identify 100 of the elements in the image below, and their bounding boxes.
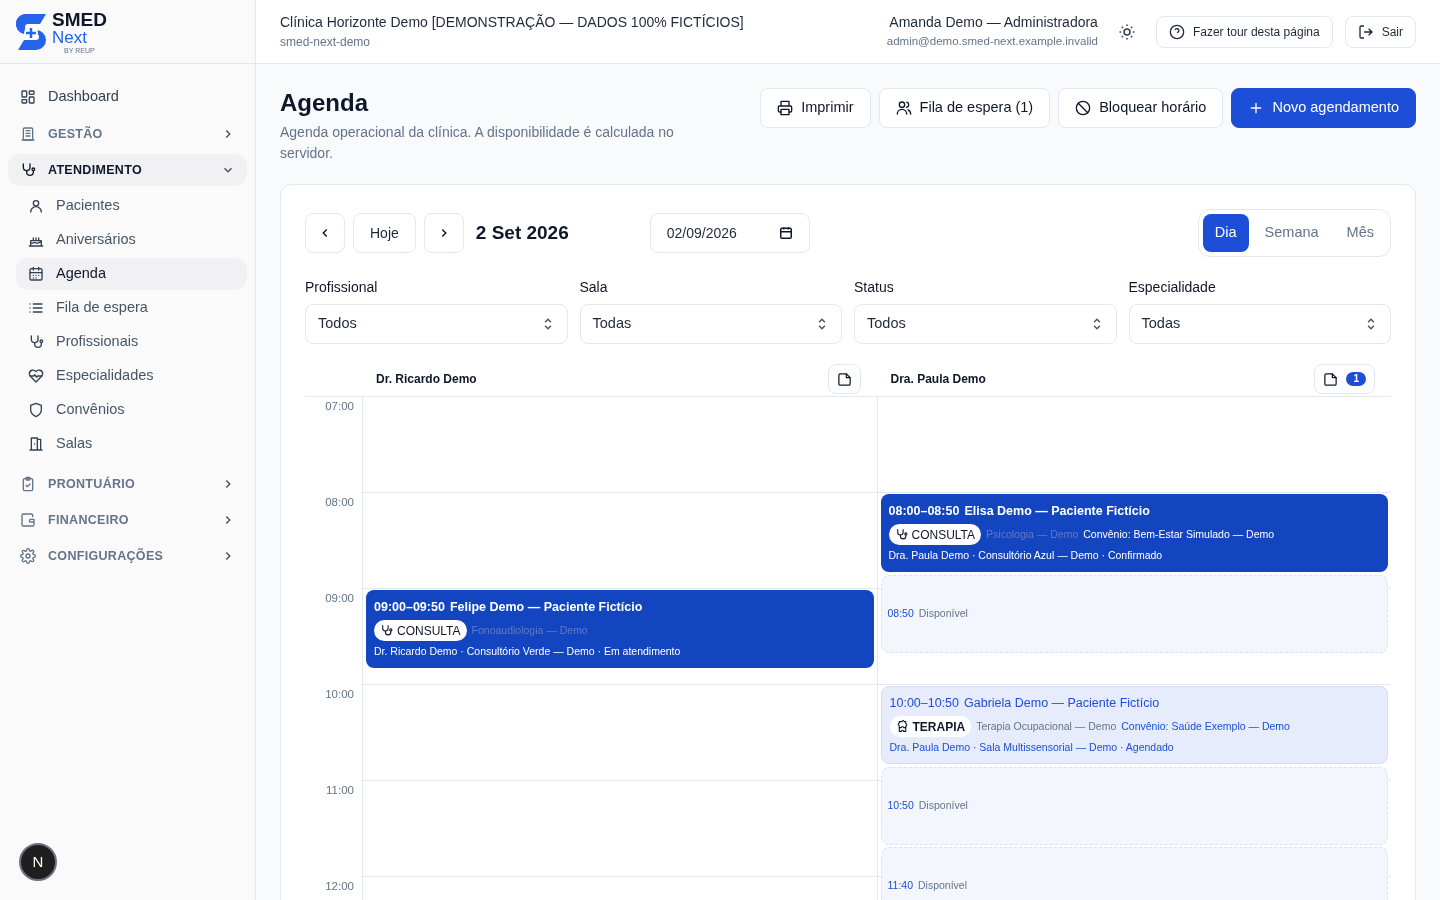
theme-toggle-icon[interactable] xyxy=(1117,22,1136,41)
sidebar-item[interactable]: Agenda xyxy=(16,258,247,290)
printer-icon xyxy=(777,100,794,116)
stethoscope-icon xyxy=(894,528,908,541)
calendar-icon xyxy=(28,266,44,282)
sidebar-item[interactable]: Convênios xyxy=(16,394,247,426)
sidebar-item[interactable]: Salas xyxy=(16,428,247,460)
user-name: Amanda Demo — Administradora xyxy=(889,13,1098,33)
logout-icon xyxy=(1357,23,1374,40)
view-tab[interactable]: Dia xyxy=(1202,214,1249,252)
action-button[interactable]: Imprimir xyxy=(760,88,871,128)
view-tab[interactable]: Mês xyxy=(1334,214,1386,252)
action-button[interactable]: Fila de espera (1) xyxy=(878,88,1051,128)
brand-name: SMED xyxy=(52,9,107,29)
specialty-text: Psicologia — Demo xyxy=(986,526,1079,542)
available-slot[interactable]: 08:50 Disponível xyxy=(880,575,1388,653)
sidebar-item[interactable]: Especialidades xyxy=(16,360,247,392)
sidebar-section[interactable]: ATENDIMENTO xyxy=(8,154,247,186)
notes-button[interactable] xyxy=(827,364,861,394)
stethoscope-icon xyxy=(20,162,36,178)
slot-status: Disponível xyxy=(918,606,968,622)
today-button[interactable]: Hoje xyxy=(353,213,416,253)
time-label: 10:00 xyxy=(325,687,354,702)
avatar[interactable]: N xyxy=(19,843,57,881)
filter-select[interactable]: Todos xyxy=(854,304,1117,344)
sidebar-section[interactable]: CONFIGURAÇÕES xyxy=(8,540,247,572)
calendar-icon xyxy=(778,226,793,240)
appointment-time: 10:00–10:50 xyxy=(889,695,959,713)
available-slot[interactable]: 11:40 Disponível xyxy=(880,847,1388,900)
page-title: Agenda xyxy=(280,88,370,118)
sidebar-section[interactable]: FINANCEIRO xyxy=(8,504,247,536)
tour-button[interactable]: Fazer tour desta página xyxy=(1155,15,1333,48)
appointment-time: 09:00–09:50 xyxy=(374,599,445,617)
sidebar-item[interactable]: Dashboard xyxy=(8,80,247,114)
heart-pulse-icon xyxy=(28,368,44,384)
time-label: 07:00 xyxy=(325,399,354,414)
filter-label: Especialidade xyxy=(1128,278,1217,297)
insurance-text: Convênio: Bem-Estar Simulado — Demo xyxy=(1083,526,1275,542)
appointment-details: Dra. Paula Demo · Consultório Azul — Demo · Confirmado xyxy=(888,548,1164,563)
time-label: 11:00 xyxy=(326,783,354,798)
brand-subtitle: Next xyxy=(52,28,88,46)
note-icon xyxy=(836,371,852,387)
note-icon xyxy=(1323,371,1339,387)
shield-icon xyxy=(28,402,44,418)
type-badge: TERAPIA xyxy=(889,716,972,737)
door-icon xyxy=(28,436,44,452)
page-subtitle: Agenda operacional da clínica. A disponibilidade é calculada no servidor. xyxy=(280,123,675,163)
column-title: Dr. Ricardo Demo xyxy=(376,371,477,388)
clipboard-icon xyxy=(20,476,36,492)
appointment-card[interactable]: 10:00–10:50 Gabriela Demo — Paciente Fictício TERAPIA Terapia Ocupacional — Demo Convênio: Saúde Exemplo — Demo Dra. Paula Demo · Sala Multissensorial — Demo · Agendado xyxy=(880,686,1388,764)
ban-icon xyxy=(1075,100,1092,116)
filter-label: Sala xyxy=(579,278,609,297)
sidebar-item[interactable]: Profissionais xyxy=(16,326,247,358)
wallet-icon xyxy=(20,512,36,528)
logo-icon xyxy=(16,13,48,50)
patient-name: Gabriela Demo — Paciente Fictício xyxy=(964,695,1160,713)
column-title: Dra. Paula Demo xyxy=(890,371,986,388)
filter-label: Status xyxy=(854,278,895,297)
notes-button[interactable]: 1 xyxy=(1314,364,1375,394)
slot-time: 11:40 xyxy=(887,878,913,894)
help-icon xyxy=(1168,23,1185,40)
patient-name: Elisa Demo — Paciente Fictício xyxy=(964,503,1150,521)
current-date: 2 Set 2026 xyxy=(475,220,570,245)
clinic-name: Clínica Horizonte Demo [DEMONSTRAÇÃO — DADOS 100% FICTÍCIOS] xyxy=(280,13,745,32)
stethoscope-icon xyxy=(28,334,44,350)
sidebar-item[interactable]: Aniversários xyxy=(16,224,247,256)
type-badge: CONSULTA xyxy=(374,620,467,641)
filter-select[interactable]: Todos xyxy=(305,304,568,344)
filter-label: Profissional xyxy=(305,278,379,297)
action-button[interactable]: Bloquear horário xyxy=(1058,88,1224,128)
sidebar-section[interactable]: PRONTUÁRIO xyxy=(8,468,247,500)
dashboard-icon xyxy=(20,89,36,105)
settings-icon xyxy=(20,548,36,564)
users-icon xyxy=(895,100,912,116)
puzzle-icon xyxy=(895,720,909,733)
specialty-text: Fonoaudiologia — Demo xyxy=(471,622,588,638)
filter-select[interactable]: Todas xyxy=(1128,304,1391,344)
filter-select[interactable]: Todas xyxy=(579,304,842,344)
action-button[interactable]: Novo agendamento xyxy=(1231,88,1416,128)
appointment-details: Dra. Paula Demo · Sala Multissensorial — Demo · Agendado xyxy=(889,740,1175,755)
list-icon xyxy=(28,300,44,316)
sidebar-item[interactable]: Fila de espera xyxy=(16,292,247,324)
logout-button[interactable]: Sair xyxy=(1344,15,1416,48)
sidebar-section[interactable]: GESTÃO xyxy=(8,118,247,150)
clinic-slug: smed-next-demo xyxy=(280,34,372,51)
count-badge: 1 xyxy=(1346,372,1366,386)
user-icon xyxy=(28,198,44,214)
date-field[interactable]: 02/09/2026 xyxy=(649,213,810,253)
time-label: 08:00 xyxy=(325,495,354,510)
sidebar-item[interactable]: Pacientes xyxy=(16,190,247,222)
appointment-details: Dr. Ricardo Demo · Consultório Verde — Demo · Em atendimento xyxy=(374,644,682,659)
insurance-text: Convênio: Saúde Exemplo — Demo xyxy=(1121,718,1290,734)
view-tab[interactable]: Semana xyxy=(1252,214,1331,252)
appointment-card[interactable]: 09:00–09:50 Felipe Demo — Paciente Fictício CONSULTA Fonoaudiologia — Demo Dr. Ricardo Demo · Consultório Verde — Demo · Em atendimento xyxy=(366,590,874,668)
building-icon xyxy=(20,126,36,142)
stethoscope-icon xyxy=(380,624,393,637)
user-email: admin@demo.smed-next.example.invalid xyxy=(886,34,1098,50)
available-slot[interactable]: 10:50 Disponível xyxy=(880,767,1388,845)
time-label: 12:00 xyxy=(325,879,354,894)
appointment-card[interactable]: 08:00–08:50 Elisa Demo — Paciente Fictício CONSULTA Psicologia — Demo Convênio: Bem-Estar Simulado — Demo Dra. Paula Demo · Consultório Azul — Demo · Confirmado xyxy=(880,494,1388,572)
